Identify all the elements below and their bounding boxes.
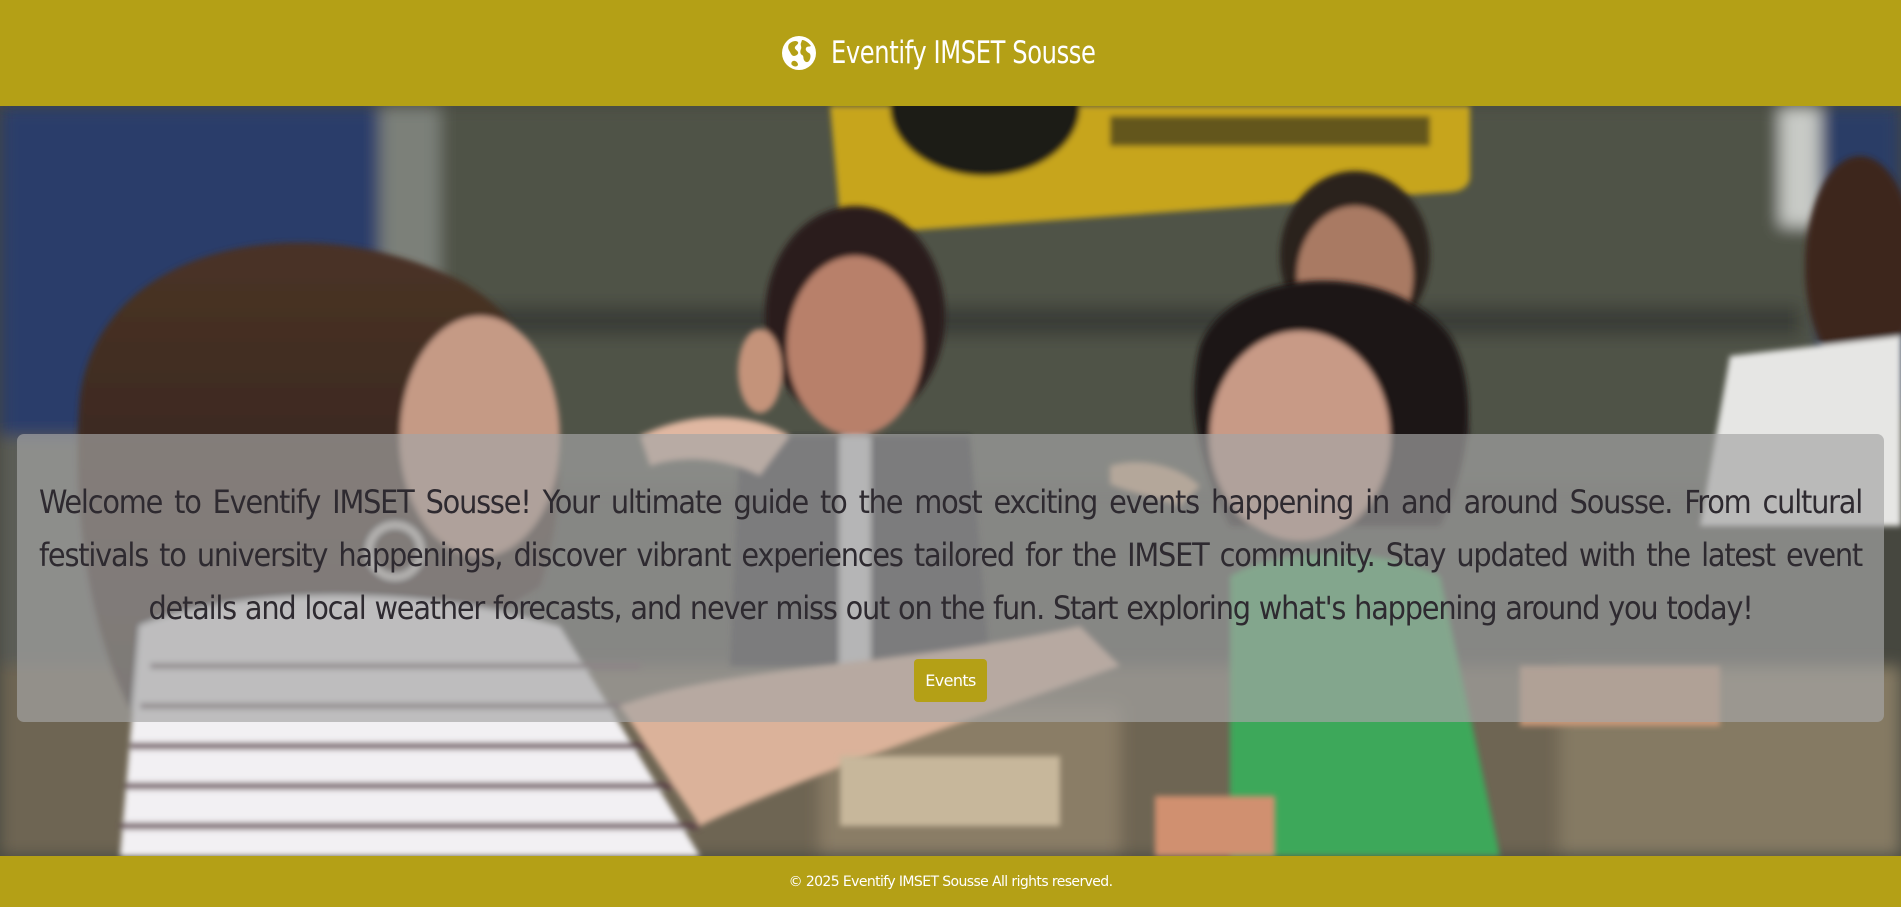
welcome-text: Welcome to Eventify IMSET Sousse! Your u… [39,483,1863,627]
site-title[interactable]: Eventify IMSET Sousse [831,35,1096,71]
copyright-text: © 2025 Eventify IMSET Sousse All rights … [788,873,1113,890]
welcome-card: Welcome to Eventify IMSET Sousse! Your u… [17,434,1884,722]
site-footer: © 2025 Eventify IMSET Sousse All rights … [0,856,1901,907]
site-header: Eventify IMSET Sousse [0,0,1901,106]
hero-section: Welcome to Eventify IMSET Sousse! Your u… [0,106,1901,856]
events-button[interactable]: Events [914,659,987,702]
globe-icon [781,36,816,70]
